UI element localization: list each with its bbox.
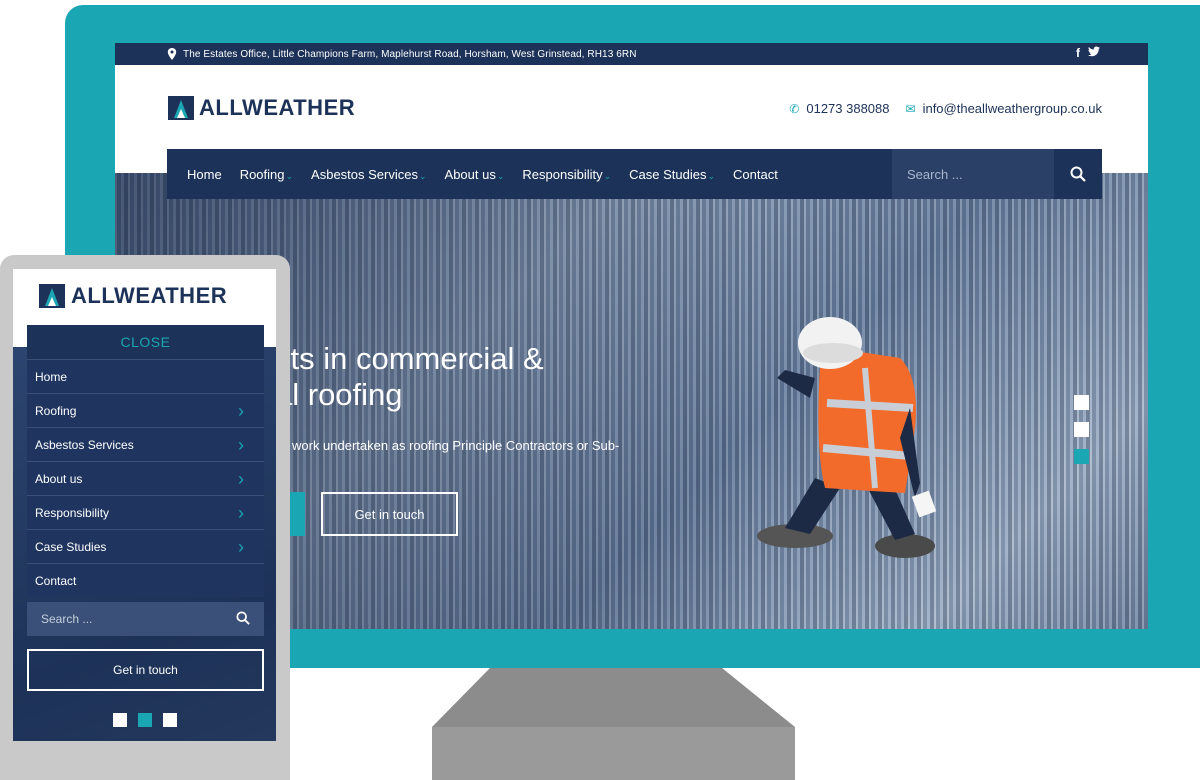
main-navigation: Home Roofing ⌄ Asbestos Services ⌄ About u…	[167, 149, 1102, 199]
chevron-down-icon: ⌄	[496, 170, 505, 181]
mobile-menu-item-asbestos-services[interactable]: Asbestos Services ›	[27, 427, 264, 461]
chevron-down-icon: ⌄	[707, 170, 716, 181]
nav-item-case-studies[interactable]: Case Studies ⌄	[629, 167, 715, 182]
chevron-right-icon[interactable]: ›	[238, 503, 244, 524]
chevron-right-icon[interactable]: ›	[238, 537, 244, 558]
logo-wordmark: ALLWEATHER	[71, 283, 228, 308]
address-text: The Estates Office, Little Champions Far…	[183, 48, 637, 60]
email-address[interactable]: info@theallweathergroup.co.uk	[923, 101, 1102, 116]
mobile-menu: Home Roofing › Asbestos Services › About u…	[27, 359, 264, 597]
mobile-get-in-touch-button[interactable]: Get in touch	[27, 649, 264, 691]
nav-item-asbestos-services[interactable]: Asbestos Services ⌄	[311, 167, 426, 182]
slider-dot[interactable]	[1074, 422, 1089, 437]
chevron-right-icon[interactable]: ›	[238, 469, 244, 490]
slider-dot[interactable]	[113, 713, 127, 727]
get-in-touch-button[interactable]: Get in touch	[321, 492, 458, 536]
phone-number[interactable]: 01273 388088	[806, 101, 889, 116]
menu-close-button[interactable]: CLOSE	[27, 325, 264, 359]
logo-mark-icon	[168, 96, 194, 120]
site-logo[interactable]: ALLWEATHER	[168, 95, 355, 121]
nav-item-about-us[interactable]: About us ⌄	[445, 167, 505, 182]
mobile-menu-item-roofing[interactable]: Roofing ›	[27, 393, 264, 427]
hero-title: sts in commercial & al roofing	[275, 341, 544, 412]
slider-dot-active[interactable]	[138, 713, 152, 727]
search-icon	[1070, 166, 1086, 182]
nav-search-input[interactable]: Search ...	[892, 149, 1054, 199]
nav-item-responsibility[interactable]: Responsibility ⌄	[522, 167, 611, 182]
chevron-right-icon[interactable]: ›	[238, 435, 244, 456]
slider-dots	[1074, 395, 1089, 464]
header-contact: ✆ 01273 388088 ✉ info@theallweathergroup…	[789, 101, 1102, 116]
mobile-slider-dots	[113, 713, 177, 727]
mobile-menu-item-case-studies[interactable]: Case Studies ›	[27, 529, 264, 563]
twitter-icon[interactable]	[1088, 46, 1100, 57]
hero-subtitle: work undertaken as roofing Principle Con…	[292, 438, 620, 453]
top-info-bar: The Estates Office, Little Champions Far…	[115, 43, 1148, 65]
mobile-logo[interactable]: ALLWEATHER	[39, 283, 227, 309]
envelope-icon: ✉	[905, 101, 916, 116]
nav-item-roofing[interactable]: Roofing ⌄	[240, 167, 293, 182]
mobile-menu-item-contact[interactable]: Contact	[27, 563, 264, 597]
chevron-down-icon: ⌄	[285, 170, 294, 181]
mobile-device-frame: ALLWEATHER CLOSE Home Roofing › Asbestos …	[0, 255, 290, 780]
facebook-icon[interactable]: f	[1076, 46, 1080, 60]
mobile-menu-item-responsibility[interactable]: Responsibility ›	[27, 495, 264, 529]
logo-mark-icon	[39, 284, 65, 308]
roofer-worker-image	[757, 317, 937, 558]
mobile-menu-item-home[interactable]: Home	[27, 359, 264, 393]
site-header: ALLWEATHER ✆ 01273 388088 ✉ info@theallw…	[115, 65, 1148, 149]
logo-wordmark: ALLWEATHER	[199, 95, 356, 120]
chevron-down-icon: ⌄	[418, 170, 427, 181]
search-icon[interactable]	[236, 611, 250, 625]
nav-search-button[interactable]	[1054, 149, 1102, 199]
slider-dot[interactable]	[163, 713, 177, 727]
mobile-screen: ALLWEATHER CLOSE Home Roofing › Asbestos …	[13, 269, 276, 741]
location-pin-icon	[167, 48, 177, 60]
chevron-right-icon[interactable]: ›	[238, 401, 244, 422]
nav-item-contact[interactable]: Contact	[733, 167, 778, 182]
monitor-stand	[432, 668, 795, 780]
nav-item-home[interactable]: Home	[187, 167, 222, 182]
slider-dot-active[interactable]	[1074, 449, 1089, 464]
mobile-menu-item-about-us[interactable]: About us ›	[27, 461, 264, 495]
slider-dot[interactable]	[1074, 395, 1089, 410]
phone-icon: ✆	[789, 101, 800, 116]
mobile-search-input[interactable]: Search ...	[27, 602, 264, 636]
chevron-down-icon: ⌄	[603, 170, 612, 181]
